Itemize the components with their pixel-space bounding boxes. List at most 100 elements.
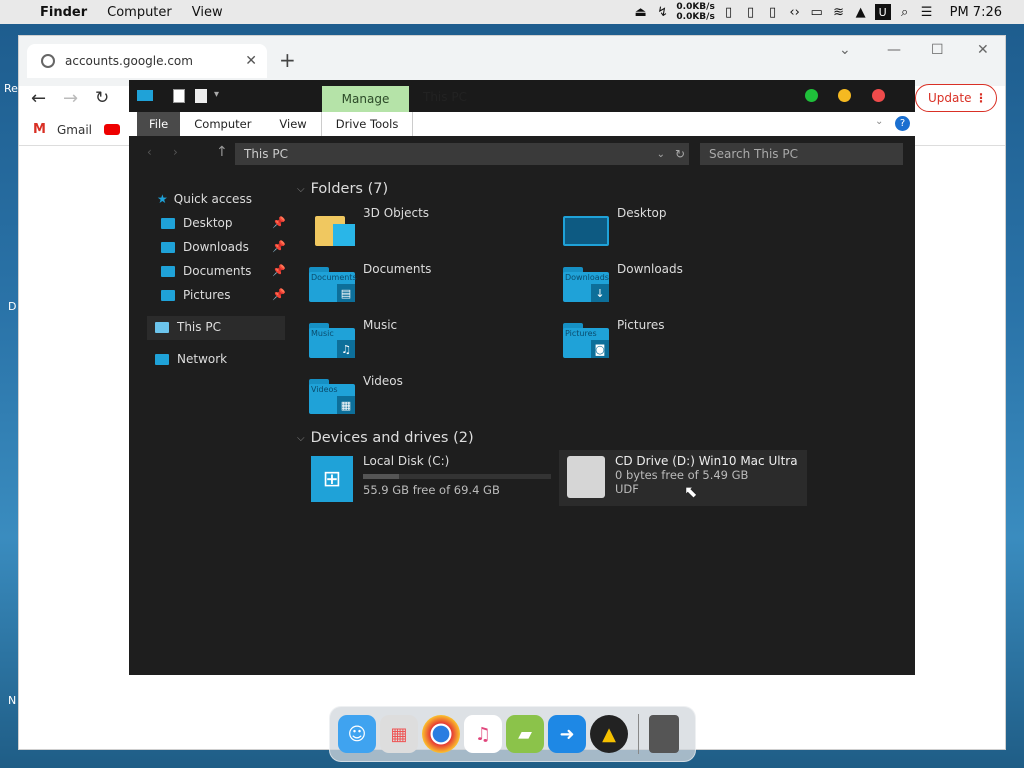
youtube-icon[interactable] — [104, 124, 120, 135]
u-icon[interactable]: U — [874, 4, 891, 20]
folder-desktop[interactable]: Desktop — [563, 206, 667, 246]
phone-icon[interactable]: ▯ — [740, 0, 762, 24]
tab-title: accounts.google.com — [65, 54, 193, 68]
nav-label: This PC — [177, 320, 221, 334]
folder-pictures[interactable]: Pictures ◙ Pictures — [563, 318, 665, 358]
close-button[interactable] — [872, 89, 885, 102]
forward-icon[interactable]: → — [63, 88, 78, 109]
tab-file[interactable]: File — [137, 112, 181, 136]
gmail-icon: M — [33, 122, 46, 137]
monitor-icon[interactable]: ▭ — [806, 0, 828, 24]
manage-tab[interactable]: Manage — [322, 86, 409, 112]
address-dropdown-icon[interactable]: ⌄ — [657, 149, 665, 160]
menu-finder[interactable]: Finder — [40, 5, 87, 20]
nav-network[interactable]: Network — [155, 352, 227, 366]
folders-header[interactable]: ⌵ Folders (7) — [297, 181, 388, 197]
finder-icon[interactable]: ☺ — [338, 715, 376, 753]
phone-icon[interactable]: ▯ — [718, 0, 740, 24]
clock[interactable]: PM 7:26 — [950, 5, 1002, 20]
folder-label: Pictures — [617, 318, 665, 332]
forward-icon[interactable]: › — [173, 145, 178, 159]
pictures-folder-icon: Pictures ◙ — [563, 320, 609, 358]
upload-icon[interactable]: ▲ — [850, 0, 872, 24]
help-icon[interactable]: ? — [895, 116, 910, 131]
back-icon[interactable]: ‹ — [147, 145, 152, 159]
browser-tab[interactable]: accounts.google.com ✕ — [27, 44, 267, 78]
folder-label: 3D Objects — [363, 206, 430, 220]
folder-videos[interactable]: Videos ▦ Videos — [309, 374, 403, 414]
new-tab-icon[interactable]: + — [279, 48, 296, 72]
minimize-icon[interactable]: — — [887, 42, 901, 58]
nav-downloads[interactable]: Downloads — [161, 240, 249, 254]
more-icon[interactable]: ⋮ — [975, 91, 987, 105]
maximize-icon[interactable]: ☐ — [931, 42, 944, 58]
net-down: 0.0KB/s — [676, 12, 715, 22]
close-icon[interactable]: ✕ — [977, 42, 989, 58]
chrome-icon[interactable] — [422, 715, 460, 753]
search-icon[interactable]: ⌕ — [894, 0, 916, 24]
folder-overlay-text: Documents — [311, 273, 357, 282]
devices-header[interactable]: ⌵ Devices and drives (2) — [297, 430, 474, 446]
globe-icon — [41, 54, 55, 68]
sync-icon[interactable]: ↯ — [652, 0, 674, 24]
expand-ribbon-icon[interactable]: ⌄ — [875, 116, 883, 127]
control-center-icon[interactable]: ☰ — [916, 0, 938, 24]
pin-icon: 📌 — [272, 240, 286, 253]
menu-computer[interactable]: Computer — [107, 5, 172, 20]
folder-label: Desktop — [617, 206, 667, 220]
tab-view[interactable]: View — [265, 112, 320, 136]
nav-desktop[interactable]: Desktop — [161, 216, 233, 230]
videos-folder-icon: Videos ▦ — [309, 376, 355, 414]
qat-dropdown-icon[interactable]: ▾ — [214, 89, 219, 100]
drive-free: 0 bytes free of 5.49 GB — [615, 468, 749, 482]
drive-d[interactable]: CD Drive (D:) Win10 Mac Ultra 0 bytes fr… — [559, 450, 807, 506]
menu-view[interactable]: View — [192, 5, 223, 20]
nav-documents[interactable]: Documents — [161, 264, 251, 278]
folder-music[interactable]: Music ♫ Music — [309, 318, 397, 358]
new-folder-icon[interactable] — [195, 89, 207, 103]
close-tab-icon[interactable]: ✕ — [245, 53, 257, 69]
migration-icon[interactable]: ➜ — [548, 715, 586, 753]
refresh-icon[interactable]: ↻ — [675, 147, 685, 161]
search-input[interactable]: Search This PC — [700, 143, 903, 165]
reload-icon[interactable]: ↻ — [95, 88, 109, 108]
music-folder-icon: Music ♫ — [309, 320, 355, 358]
preview-icon[interactable]: ▰ — [506, 715, 544, 753]
tab-drive-tools[interactable]: Drive Tools — [320, 112, 414, 136]
nav-label: Quick access — [173, 192, 252, 206]
up-icon[interactable]: ↑ — [216, 144, 228, 160]
back-icon[interactable]: ← — [31, 88, 46, 109]
address-bar[interactable]: This PC ⌄ ↻ — [235, 143, 689, 165]
windows-drive-icon: ⊞ — [311, 456, 353, 502]
itunes-icon[interactable]: ♫ — [464, 715, 502, 753]
drive-c[interactable]: ⊞ Local Disk (C:) 55.9 GB free of 69.4 G… — [311, 454, 551, 502]
title-bar: ▾ Manage This PC — [129, 80, 915, 112]
address-row: ‹ › ↑ This PC ⌄ ↻ Search This PC — [129, 136, 915, 172]
folder-downloads[interactable]: Downloads ↓ Downloads — [563, 262, 683, 302]
nav-pictures[interactable]: Pictures — [161, 288, 231, 302]
phone-icon[interactable]: ▯ — [762, 0, 784, 24]
star-icon: ★ — [157, 192, 168, 206]
update-button[interactable]: Update ⋮ — [915, 84, 997, 112]
apple-disc-icon — [567, 456, 605, 498]
dock-divider — [638, 714, 639, 754]
tab-search-icon[interactable]: ⌄ — [839, 42, 851, 58]
eject-icon[interactable]: ⏏ — [630, 0, 652, 24]
folder-documents[interactable]: Documents ▤ Documents — [309, 262, 431, 302]
nav-this-pc[interactable]: This PC — [155, 320, 221, 334]
devices-header-label: Devices and drives (2) — [310, 430, 474, 446]
launchpad-icon[interactable]: ▦ — [380, 715, 418, 753]
nav-quick-access[interactable]: ★ Quick access — [157, 192, 252, 206]
maximize-button[interactable] — [805, 89, 818, 102]
properties-icon[interactable] — [173, 89, 185, 103]
wifi-off-icon[interactable]: ≋ — [828, 0, 850, 24]
bookmark-gmail[interactable]: Gmail — [57, 123, 92, 137]
desktop-icon — [161, 217, 175, 229]
vlc-icon[interactable]: ▲ — [590, 715, 628, 753]
tab-computer[interactable]: Computer — [180, 112, 265, 136]
trash-icon[interactable] — [649, 715, 679, 753]
code-icon[interactable]: ‹› — [784, 0, 806, 24]
explorer-window: ▾ Manage This PC File Computer View Driv… — [129, 80, 915, 675]
folder-3d-objects[interactable]: 3D Objects — [309, 206, 430, 246]
minimize-button[interactable] — [838, 89, 851, 102]
